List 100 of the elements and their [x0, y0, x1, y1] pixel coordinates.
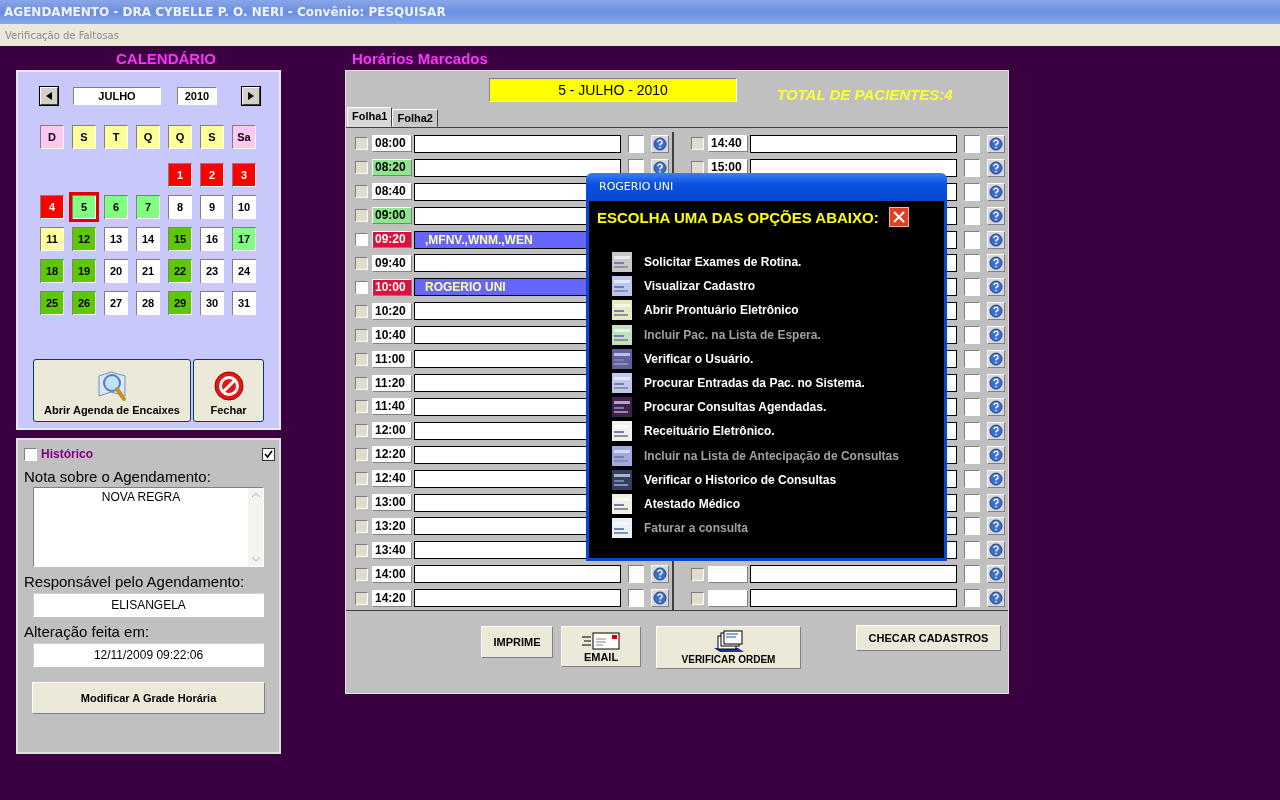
help-button[interactable]	[987, 326, 1005, 345]
time-slot[interactable]: 10:00	[372, 278, 412, 296]
help-button[interactable]	[987, 158, 1005, 177]
patient-field[interactable]	[414, 158, 621, 177]
checkbox[interactable]	[964, 326, 980, 345]
sheet-tab[interactable]: Folha2	[392, 109, 438, 127]
checkbox[interactable]	[964, 302, 980, 321]
help-button[interactable]	[987, 517, 1005, 536]
help-button[interactable]	[987, 302, 1005, 321]
calendar-day[interactable]: 16	[197, 224, 227, 254]
time-slot[interactable]: 09:20	[372, 231, 412, 249]
calendar-day[interactable]: 29	[165, 288, 195, 318]
checkbox[interactable]	[964, 445, 980, 464]
help-button[interactable]	[987, 206, 1005, 225]
help-button[interactable]	[987, 350, 1005, 369]
calendar-day[interactable]: 23	[197, 256, 227, 286]
month-field[interactable]: JULHO	[73, 87, 161, 105]
calendar-day[interactable]: 3	[229, 160, 259, 190]
calendar-day[interactable]: 4	[37, 192, 67, 222]
checkbox[interactable]	[964, 493, 980, 512]
patient-field[interactable]	[414, 565, 621, 584]
previous-month-button[interactable]	[40, 87, 58, 105]
help-button[interactable]	[987, 374, 1005, 392]
help-button[interactable]	[987, 421, 1005, 440]
calendar-day[interactable]: 30	[197, 288, 227, 318]
sheet-tab[interactable]: Folha1	[347, 107, 393, 127]
open-agenda-button[interactable]: Abrir Agenda de Encaixes	[33, 359, 191, 422]
calendar-day[interactable]: 11	[37, 224, 67, 254]
calendar-day[interactable]: 21	[133, 256, 163, 286]
checkbox[interactable]	[964, 278, 980, 297]
checkbox[interactable]	[262, 447, 275, 461]
help-button[interactable]	[987, 589, 1005, 608]
calendar-day[interactable]: 24	[229, 256, 259, 286]
next-month-button[interactable]	[242, 87, 260, 105]
modify-grid-button[interactable]: Modificar A Grade Horária	[32, 682, 265, 714]
help-button[interactable]	[651, 589, 669, 608]
checkbox[interactable]	[964, 517, 980, 536]
checkbox[interactable]	[964, 206, 980, 225]
checkbox[interactable]	[964, 230, 980, 249]
checkbox[interactable]	[964, 469, 980, 488]
calendar-day[interactable]: 19	[69, 256, 99, 286]
checkbox[interactable]	[964, 182, 980, 201]
patient-field[interactable]	[750, 589, 957, 608]
checkbox[interactable]	[964, 350, 980, 369]
calendar-day[interactable]: 1	[165, 160, 195, 190]
check-button[interactable]: CHECAR CADASTROS	[856, 625, 1001, 651]
responsible-field[interactable]: ELISANGELA	[33, 593, 264, 617]
note-field[interactable]: NOVA REGRA	[33, 487, 264, 567]
calendar-day[interactable]: 28	[133, 288, 163, 318]
help-button[interactable]	[987, 541, 1005, 560]
checkbox[interactable]	[964, 254, 980, 273]
checkbox[interactable]	[24, 447, 37, 461]
help-button[interactable]	[987, 230, 1005, 249]
calendar-day[interactable]: 13	[101, 224, 131, 254]
calendar-day[interactable]: 27	[101, 288, 131, 318]
time-slot[interactable]	[708, 565, 748, 583]
menu-option[interactable]: Atestado Médico	[644, 496, 740, 511]
help-button[interactable]	[651, 565, 669, 584]
patient-field[interactable]	[414, 589, 621, 608]
print-button[interactable]: IMPRIME	[481, 626, 553, 658]
menu-option[interactable]: Visualizar Cadastro	[644, 279, 756, 294]
calendar-day[interactable]: 26	[69, 288, 99, 318]
help-button[interactable]	[987, 182, 1005, 201]
checkbox[interactable]	[355, 280, 368, 294]
calendar-day[interactable]: 18	[37, 256, 67, 286]
year-field[interactable]: 2010	[177, 87, 217, 105]
patient-field[interactable]	[750, 158, 957, 177]
close-button[interactable]	[888, 207, 909, 227]
help-button[interactable]	[987, 397, 1005, 416]
help-button[interactable]	[987, 565, 1005, 584]
checkbox[interactable]	[964, 374, 980, 392]
calendar-day[interactable]: 25	[37, 288, 67, 318]
calendar-day[interactable]: 15	[165, 224, 195, 254]
calendar-day[interactable]: 6	[101, 192, 131, 222]
time-slot[interactable]	[708, 589, 748, 607]
patient-field[interactable]	[414, 134, 621, 153]
help-button[interactable]	[987, 493, 1005, 512]
checkbox[interactable]	[964, 397, 980, 416]
help-button[interactable]	[987, 134, 1005, 153]
help-button[interactable]	[987, 445, 1005, 464]
calendar-day[interactable]: 17	[229, 224, 259, 254]
calendar-day[interactable]: 31	[229, 288, 259, 318]
calendar-day[interactable]: 5	[69, 192, 99, 222]
checkbox[interactable]	[964, 421, 980, 440]
changed-field[interactable]: 12/11/2009 09:22:06	[33, 643, 264, 667]
close-button[interactable]: Fechar	[193, 359, 264, 422]
help-button[interactable]	[987, 254, 1005, 273]
calendar-day[interactable]: 22	[165, 256, 195, 286]
patient-field[interactable]	[750, 565, 957, 584]
help-button[interactable]	[651, 134, 669, 153]
calendar-day[interactable]: 14	[133, 224, 163, 254]
order-button[interactable]: VERIFICAR ORDEM	[656, 626, 801, 669]
calendar-day[interactable]: 12	[69, 224, 99, 254]
help-button[interactable]	[987, 469, 1005, 488]
patient-field[interactable]	[750, 134, 957, 153]
calendar-day[interactable]: 10	[229, 192, 259, 222]
email-button[interactable]: EMAIL	[561, 626, 641, 667]
checkbox[interactable]	[964, 541, 980, 560]
calendar-day[interactable]: 20	[101, 256, 131, 286]
calendar-day[interactable]: 8	[165, 192, 195, 222]
